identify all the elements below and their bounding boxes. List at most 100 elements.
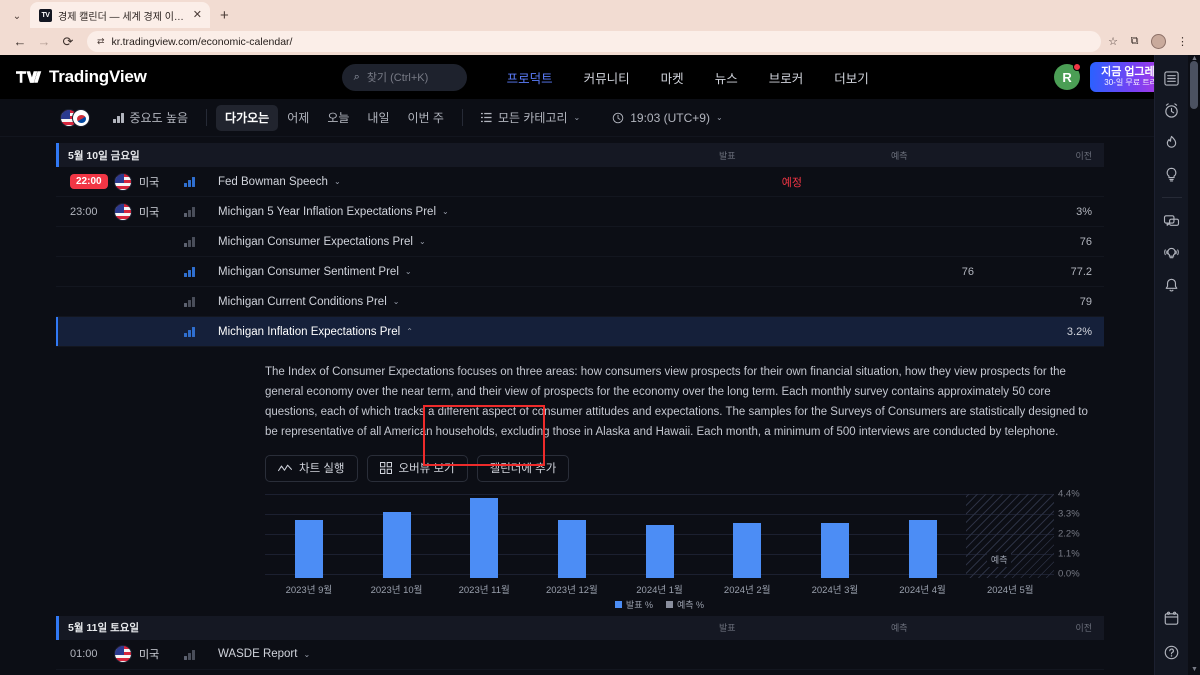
close-icon[interactable]: ✕ [193,9,202,21]
legend-item-forecast[interactable]: 예측 % [666,598,704,611]
table-row[interactable]: Michigan Current Conditions Prel ⌄ 79 [56,287,1104,317]
browser-menu-icon[interactable]: ⋮ [1175,34,1190,49]
legend-swatch [666,600,673,608]
hotlist-flame-icon[interactable] [1157,127,1187,157]
divider [206,109,208,126]
event-importance [184,176,218,187]
watchlist-icon[interactable] [1157,63,1187,93]
table-row[interactable]: 22:00 미국 Fed Bowman Speech ⌄ 예정 [56,167,1104,197]
chart-bar[interactable] [294,519,323,578]
nav-item-news[interactable]: 뉴스 [715,68,738,87]
forward-icon[interactable]: → [32,31,56,53]
range-tab-label: 이번 주 [407,111,444,125]
chart-legend: 발표 % 예측 % [265,598,1054,611]
address-bar[interactable]: ⇄ kr.tradingview.com/economic-calendar/ [87,31,1102,52]
alarm-clock-icon[interactable] [1157,95,1187,125]
country-filter[interactable] [60,108,90,127]
reload-icon[interactable]: ⟳ [56,31,80,53]
y-axis-tick: 3.3% [1058,508,1080,520]
range-tab-tomorrow[interactable]: 내일 [358,105,398,131]
tradingview-logo[interactable]: TradingView [16,67,147,87]
x-axis-tick: 2024년 5월 [986,584,1034,596]
chevron-down-icon[interactable]: ⌄ [334,177,341,186]
range-tab-upcoming[interactable]: 다가오는 [216,104,279,131]
scroll-down-arrow-icon[interactable]: ▼ [1191,666,1198,673]
notifications-bell-icon[interactable] [1157,270,1187,300]
scroll-thumb[interactable] [1190,61,1198,109]
range-tab-yesterday[interactable]: 어제 [278,105,318,131]
profile-avatar-icon[interactable] [1151,34,1166,49]
importance-filter[interactable]: 중요도 높음 [104,105,197,131]
site-header: TradingView ⌕ 찾기 (Ctrl+K) 프로덕트 커뮤니티 마켓 뉴… [0,55,1200,99]
table-row[interactable]: 01:00 미국 WASDE Report ⌄ [56,640,1104,670]
divider [461,109,463,126]
event-name-label: Michigan Current Conditions Prel [218,295,387,308]
browser-tab[interactable]: TV 경제 캘린더 — 세계 경제 이벤트 ✕ [30,2,210,28]
event-time: 01:00 [70,648,98,661]
chart-bar[interactable] [733,522,762,578]
avatar[interactable]: R [1054,63,1082,90]
chart-bar[interactable] [470,497,499,578]
importance-bars-icon [184,649,195,660]
importance-filter-label: 중요도 높음 [129,111,189,125]
timezone-selector[interactable]: 19:03 (UTC+9) ⌄ [603,105,731,131]
page-scrollbar[interactable]: ▲ ▼ [1188,55,1200,675]
calendar-icon[interactable] [1157,603,1187,633]
table-row-expanded[interactable]: Michigan Inflation Expectations Prel ⌃ 3… [56,317,1104,347]
new-tab-icon[interactable]: + [210,4,239,28]
range-tab-today[interactable]: 오늘 [318,105,358,131]
search-input[interactable]: ⌕ 찾기 (Ctrl+K) [341,63,467,91]
extensions-icon[interactable]: ⧉ [1127,34,1142,49]
event-description: The Index of Consumer Expectations focus… [265,366,1088,438]
chevron-down-icon[interactable]: ⌄ [405,267,412,276]
event-name[interactable]: WASDE Report ⌄ [218,648,1104,660]
x-axis-tick: 2023년 11월 [458,584,510,596]
chart-bar[interactable] [820,522,849,578]
chart-bar[interactable] [908,519,937,578]
add-to-calendar-label: 캘린더에 추가 [489,463,557,476]
range-tab-this-week[interactable]: 이번 주 [399,105,453,131]
chart-bar[interactable] [382,511,411,578]
chevron-down-icon[interactable]: ⌄ [303,650,310,659]
add-to-calendar-button[interactable]: 캘린더에 추가 [476,454,570,482]
back-icon[interactable]: ← [8,31,32,53]
y-axis-tick: 2.2% [1058,528,1080,540]
tab-search-chevron-icon[interactable]: ⌄ [4,4,30,28]
legend-item-actual[interactable]: 발표 % [614,598,653,611]
ideas-bulb-icon[interactable] [1157,159,1187,189]
nav-item-brokers[interactable]: 브로커 [769,68,804,87]
site-settings-icon[interactable]: ⇄ [97,37,105,46]
x-axis-tick: 2024년 1월 [636,584,683,596]
chevron-up-icon[interactable]: ⌃ [406,327,413,336]
event-importance [184,649,218,660]
chevron-down-icon[interactable]: ⌄ [393,297,400,306]
help-icon[interactable] [1157,637,1187,667]
event-name-label: WASDE Report [218,648,298,661]
table-row[interactable]: Michigan Consumer Sentiment Prel ⌄ 76 77… [56,257,1104,287]
chevron-down-icon[interactable]: ⌄ [419,237,426,246]
search-icon: ⌕ [353,70,360,83]
chart-bar[interactable] [557,519,586,578]
broadcast-icon[interactable] [1157,238,1187,268]
open-chart-button[interactable]: 차트 실행 [265,454,358,482]
table-row[interactable]: 01:45 미국 Fed Goolsbee Speech ⌄ [56,670,1104,675]
event-importance [184,326,218,337]
chart-bar[interactable] [645,524,674,578]
nav-item-more[interactable]: 더보기 [834,68,869,87]
bookmark-star-icon[interactable]: ☆ [1108,35,1118,48]
chevron-down-icon[interactable]: ⌄ [442,207,449,216]
nav-item-community[interactable]: 커뮤니티 [584,68,630,87]
category-filter[interactable]: 모든 카테고리 ⌄ [472,105,589,131]
table-row[interactable]: Michigan Consumer Expectations Prel ⌄ 76 [56,227,1104,257]
nav-item-products[interactable]: 프로덕트 [507,68,553,87]
event-importance [184,206,218,217]
table-row[interactable]: 23:00 미국 Michigan 5 Year Inflation Expec… [56,197,1104,227]
column-header-previous: 이전 [1075,150,1092,161]
view-overview-button[interactable]: 오버뷰 보기 [366,454,468,482]
chat-icon[interactable] [1157,206,1187,236]
nav-item-markets[interactable]: 마켓 [661,68,684,87]
open-chart-label: 차트 실행 [299,463,345,476]
app-root: ⌄ TV 경제 캘린더 — 세계 경제 이벤트 ✕ + ← → ⟳ ⇄ kr.t… [0,0,1200,675]
event-importance [184,236,218,247]
importance-bars-icon [184,236,195,247]
